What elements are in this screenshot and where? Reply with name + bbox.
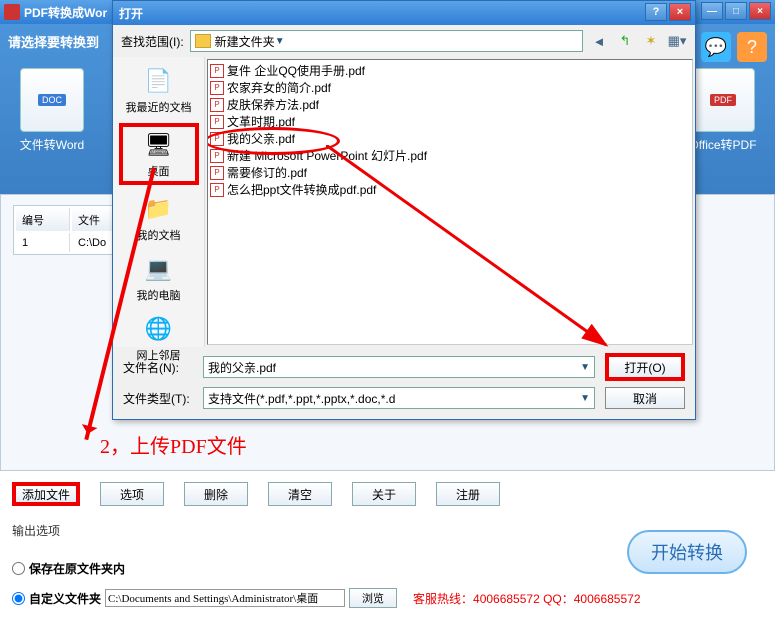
folder-icon	[195, 34, 211, 48]
chevron-down-icon: ▼	[580, 393, 590, 404]
chevron-down-icon: ▼	[275, 36, 285, 47]
pdf-icon: P	[210, 81, 224, 95]
about-button[interactable]: 关于	[352, 482, 416, 506]
open-dialog: 打开 ? × 查找范围(I): 新建文件夹 ▼ ◄ ↰ ✶ ▦▾ 📄我最近的文档…	[112, 0, 696, 420]
app-icon	[4, 4, 20, 20]
list-item[interactable]: P需要修订的.pdf	[210, 164, 690, 181]
pdf-icon: P	[210, 115, 224, 129]
back-icon[interactable]: ◄	[589, 31, 609, 51]
list-item[interactable]: P文革时期.pdf	[210, 113, 690, 130]
delete-button[interactable]: 删除	[184, 482, 248, 506]
list-item[interactable]: P新建 Microsoft PowerPoint 幻灯片.pdf	[210, 147, 690, 164]
up-icon[interactable]: ↰	[615, 31, 635, 51]
radio-custom-folder[interactable]	[12, 592, 25, 605]
app-title: PDF转换成Wor	[24, 4, 107, 21]
filetype-combo[interactable]: 支持文件(*.pdf,*.ppt,*.pptx,*.doc,*.d▼	[203, 387, 595, 409]
col-num[interactable]: 编号	[16, 208, 70, 231]
place-mydocs[interactable]: 📁我的文档	[119, 191, 199, 245]
list-item[interactable]: P农家弃女的简介.pdf	[210, 79, 690, 96]
browse-button[interactable]: 浏览	[349, 588, 397, 608]
places-bar: 📄我最近的文档 🖥桌面 📁我的文档 💻我的电脑 🌐网上邻居	[113, 57, 205, 347]
place-network[interactable]: 🌐网上邻居	[119, 311, 199, 365]
output-options-label: 输出选项	[12, 522, 60, 539]
views-icon[interactable]: ▦▾	[667, 31, 687, 51]
filename-combo[interactable]: 我的父亲.pdf▼	[203, 356, 595, 378]
lookin-combo[interactable]: 新建文件夹 ▼	[190, 30, 583, 52]
list-item[interactable]: P怎么把ppt文件转换成pdf.pdf	[210, 181, 690, 198]
list-item[interactable]: P复件 企业QQ使用手册.pdf	[210, 62, 690, 79]
col-file[interactable]: 文件	[72, 208, 113, 231]
maximize-button[interactable]: □	[725, 2, 747, 20]
pdf-icon: P	[210, 166, 224, 180]
place-recent[interactable]: 📄我最近的文档	[119, 63, 199, 117]
list-item[interactable]: P皮肤保养方法.pdf	[210, 96, 690, 113]
file-table: 编号 文件 1 C:\Do	[13, 205, 116, 255]
pdf-icon: P	[210, 149, 224, 163]
dialog-help-button[interactable]: ?	[645, 3, 667, 21]
dialog-titlebar: 打开 ? ×	[113, 1, 695, 25]
radio-custom-folder-label: 自定义文件夹	[29, 590, 101, 607]
recent-icon: 📄	[141, 65, 177, 97]
minimize-button[interactable]: —	[701, 2, 723, 20]
start-convert-button[interactable]: 开始转换	[627, 530, 747, 574]
pdf-icon: P	[210, 98, 224, 112]
place-desktop[interactable]: 🖥桌面	[119, 123, 199, 185]
chat-icon[interactable]: 💬	[701, 32, 731, 62]
radio-same-folder-label: 保存在原文件夹内	[29, 560, 125, 577]
table-header-row: 编号 文件	[16, 208, 113, 231]
cancel-button[interactable]: 取消	[605, 387, 685, 409]
mydocs-icon: 📁	[141, 193, 177, 225]
file-list[interactable]: P复件 企业QQ使用手册.pdf P农家弃女的简介.pdf P皮肤保养方法.pd…	[207, 59, 693, 345]
options-button[interactable]: 选项	[100, 482, 164, 506]
pdf-icon: P	[210, 183, 224, 197]
dialog-title: 打开	[119, 5, 143, 22]
place-mycomputer[interactable]: 💻我的电脑	[119, 251, 199, 305]
tile-word[interactable]: DOC 文件转Word	[8, 68, 96, 153]
help-icon[interactable]: ?	[737, 32, 767, 62]
annotation-text: 2，上传PDF文件	[100, 430, 247, 459]
pdf-icon: P	[210, 64, 224, 78]
new-folder-icon[interactable]: ✶	[641, 31, 661, 51]
table-row[interactable]: 1 C:\Do	[16, 233, 113, 252]
filetype-label: 文件类型(T):	[123, 390, 193, 407]
chevron-down-icon: ▼	[580, 362, 590, 373]
list-item-selected[interactable]: P我的父亲.pdf	[210, 130, 690, 147]
pdf-icon: P	[210, 132, 224, 146]
network-icon: 🌐	[141, 313, 177, 345]
close-button[interactable]: ×	[749, 2, 771, 20]
dialog-toolbar: 查找范围(I): 新建文件夹 ▼ ◄ ↰ ✶ ▦▾	[113, 25, 695, 57]
clear-button[interactable]: 清空	[268, 482, 332, 506]
register-button[interactable]: 注册	[436, 482, 500, 506]
filename-label: 文件名(N):	[123, 359, 193, 376]
path-input[interactable]	[105, 589, 345, 607]
lookin-label: 查找范围(I):	[121, 33, 184, 50]
hotline-text: 客服热线：4006685572 QQ：4006685572	[413, 590, 640, 607]
mycomputer-icon: 💻	[141, 253, 177, 285]
add-file-button[interactable]: 添加文件	[12, 482, 80, 506]
dialog-close-button[interactable]: ×	[669, 3, 691, 21]
open-button[interactable]: 打开(O)	[605, 353, 685, 381]
radio-same-folder[interactable]	[12, 562, 25, 575]
desktop-icon: 🖥	[141, 129, 177, 161]
